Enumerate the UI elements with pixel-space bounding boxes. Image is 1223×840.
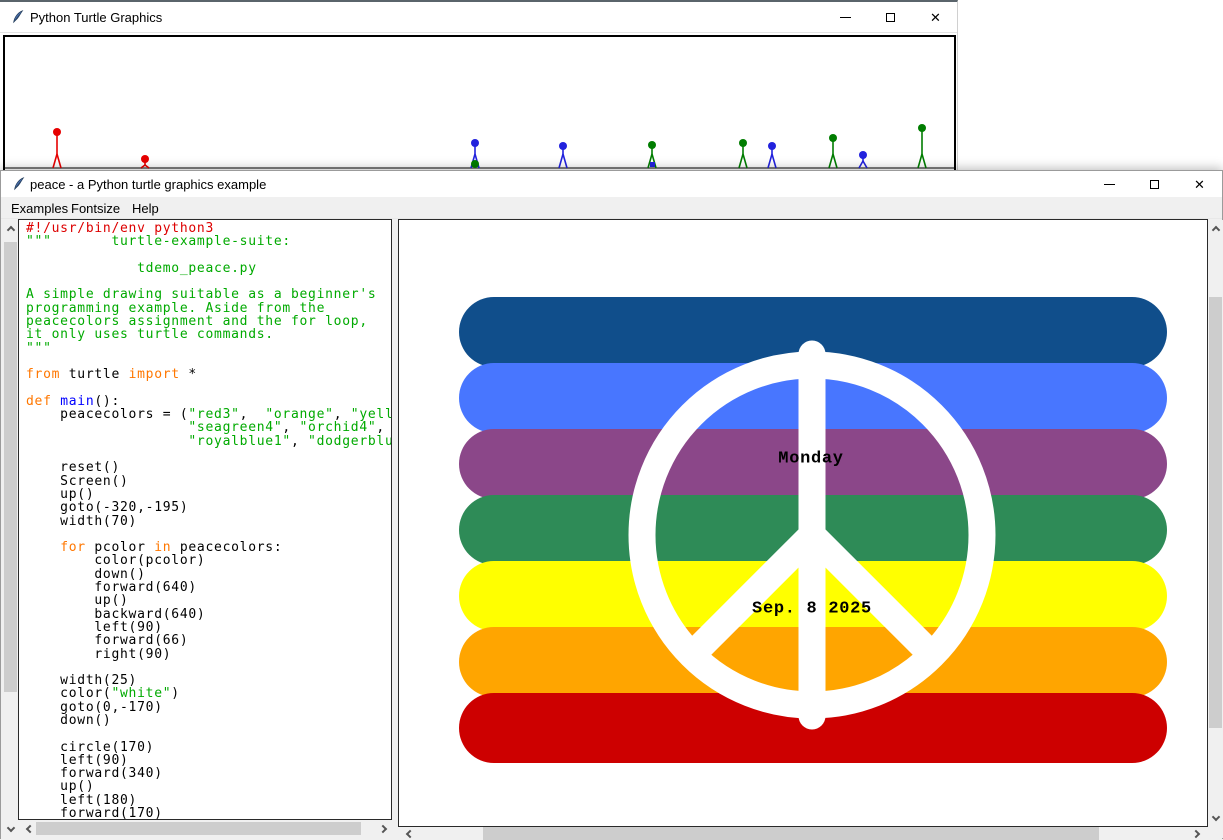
scroll-up-button[interactable] bbox=[3, 220, 18, 236]
chevron-up-icon bbox=[1211, 225, 1219, 233]
minimize-icon bbox=[840, 17, 851, 18]
menu-help[interactable]: Help bbox=[128, 200, 163, 217]
close-button[interactable]: ✕ bbox=[1177, 171, 1222, 197]
scroll-left-button[interactable] bbox=[400, 827, 416, 840]
code-horizontal-scrollbar[interactable] bbox=[18, 821, 392, 840]
tree-sprout bbox=[559, 142, 567, 168]
scroll-down-button[interactable] bbox=[1208, 810, 1223, 826]
tree-sprout bbox=[829, 134, 837, 168]
chevron-up-icon bbox=[6, 225, 14, 233]
scroll-thumb[interactable] bbox=[36, 822, 361, 835]
scroll-up-button[interactable] bbox=[1208, 220, 1223, 236]
maximize-icon bbox=[1150, 180, 1159, 189]
tree-sprout bbox=[471, 139, 479, 168]
scroll-thumb[interactable] bbox=[483, 827, 1099, 840]
tree-sprout bbox=[53, 128, 61, 168]
chevron-right-icon bbox=[1191, 829, 1199, 837]
titlebar[interactable]: peace - a Python turtle graphics example… bbox=[1, 171, 1222, 197]
window-content: #!/usr/bin/env python3""" turtle-example… bbox=[1, 219, 1222, 840]
window-peace-example: peace - a Python turtle graphics example… bbox=[0, 170, 1223, 839]
scroll-thumb[interactable] bbox=[1209, 297, 1222, 728]
menu-examples[interactable]: Examples bbox=[7, 200, 72, 217]
close-button[interactable]: ✕ bbox=[913, 2, 958, 32]
chevron-down-icon bbox=[6, 823, 14, 831]
close-icon: ✕ bbox=[930, 11, 941, 24]
scroll-down-button[interactable] bbox=[3, 821, 18, 837]
chevron-left-icon bbox=[405, 829, 413, 837]
menubar: Examples Fontsize Help bbox=[1, 197, 1222, 219]
peace-symbol bbox=[399, 220, 1208, 827]
code-vertical-scrollbar[interactable] bbox=[3, 220, 18, 838]
maximize-icon bbox=[886, 13, 895, 22]
menu-fontsize[interactable]: Fontsize bbox=[67, 200, 124, 217]
window-title: peace - a Python turtle graphics example bbox=[30, 177, 266, 192]
chevron-down-icon bbox=[1211, 812, 1219, 820]
scroll-right-button[interactable] bbox=[1189, 827, 1205, 840]
chevron-right-icon bbox=[378, 824, 386, 832]
tk-feather-icon bbox=[11, 9, 25, 25]
source-code-view[interactable]: #!/usr/bin/env python3""" turtle-example… bbox=[18, 219, 392, 820]
date-label: Sep. 8 2025 bbox=[752, 600, 872, 619]
window-title: Python Turtle Graphics bbox=[30, 10, 162, 25]
close-icon: ✕ bbox=[1194, 178, 1205, 191]
tree-sprout bbox=[739, 139, 747, 168]
chevron-left-icon bbox=[25, 824, 33, 832]
tree-sprout bbox=[768, 142, 776, 168]
minimize-button[interactable] bbox=[823, 2, 868, 32]
tk-feather-icon bbox=[12, 176, 26, 192]
titlebar[interactable]: Python Turtle Graphics ✕ bbox=[0, 2, 957, 33]
scroll-right-button[interactable] bbox=[376, 821, 392, 836]
code-text: #!/usr/bin/env python3""" turtle-example… bbox=[26, 222, 392, 820]
tree-sprout bbox=[648, 141, 656, 168]
weekday-label: Monday bbox=[778, 450, 843, 469]
minimize-button[interactable] bbox=[1087, 171, 1132, 197]
tree-sprout bbox=[141, 155, 149, 168]
tree-sprout bbox=[918, 124, 926, 168]
maximize-button[interactable] bbox=[1132, 171, 1177, 197]
maximize-button[interactable] bbox=[868, 2, 913, 32]
canvas-horizontal-scrollbar[interactable] bbox=[398, 827, 1208, 840]
scroll-thumb[interactable] bbox=[4, 242, 17, 692]
minimize-icon bbox=[1104, 184, 1115, 185]
tree-sprout bbox=[859, 151, 867, 168]
canvas-vertical-scrollbar[interactable] bbox=[1208, 220, 1223, 838]
turtle-canvas: Monday Sep. 8 2025 bbox=[398, 219, 1208, 827]
scroll-left-button[interactable] bbox=[20, 821, 36, 836]
